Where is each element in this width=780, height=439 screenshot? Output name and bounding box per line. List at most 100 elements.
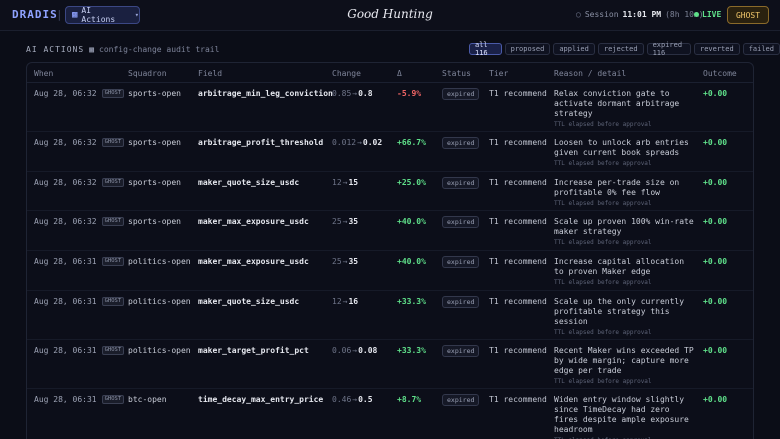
outcome-cell: +0.00 (703, 257, 728, 266)
reason-cell: Increase capital allocation to proven Ma… (554, 257, 694, 287)
robot-icon: ▩ (72, 10, 78, 20)
arrow-right-icon: → (352, 346, 358, 355)
table-row[interactable]: Aug 28, 06:32 GHOST sports-open arbitrage_p… (27, 132, 753, 172)
outcome-cell: +0.00 (703, 217, 728, 226)
change-cell: 12→15 (332, 178, 358, 187)
filter-reverted[interactable]: reverted (693, 43, 740, 55)
ai-actions-menu-button[interactable]: ▩ AI Actions ▾ (65, 6, 140, 24)
reason-cell: Scale up proven 100% win-rate maker stra… (554, 217, 694, 247)
live-label: LIVE (702, 10, 722, 19)
field-cell: arbitrage_min_leg_conviction (198, 89, 333, 98)
status-badge: expired (442, 256, 480, 268)
squadron-cell: btc-open (128, 395, 167, 404)
brand-logo[interactable]: DRADIS (12, 8, 58, 21)
reason-cell: Scale up the only currently profitable s… (554, 297, 694, 337)
reason-note: TTL elapsed before approval (554, 239, 652, 246)
column-header-squadron[interactable]: Squadron (128, 69, 167, 78)
live-dot-icon (694, 12, 699, 17)
arrow-right-icon: → (342, 217, 348, 226)
session-time: 11:01 PM (622, 10, 662, 19)
column-header-when[interactable]: When (34, 69, 53, 78)
filter-proposed[interactable]: proposed (504, 43, 551, 55)
ghost-badge: GHOST (101, 395, 125, 404)
tier-cell: T1 recommend (489, 346, 547, 355)
column-header-outcome[interactable]: Outcome (703, 69, 737, 78)
table-row[interactable]: Aug 28, 06:32 GHOST sports-open maker_quote… (27, 172, 753, 211)
delta-cell: +33.3% (397, 297, 426, 306)
ghost-badge: GHOST (101, 257, 125, 266)
status-badge: expired (442, 296, 480, 308)
tier-cell: T1 recommend (489, 257, 547, 266)
chevron-down-icon: ▾ (134, 11, 139, 19)
change-old-value: 0.012 (332, 138, 357, 147)
session-info: ◯ Session 11:01 PM (8h 10m) (576, 10, 704, 19)
tier-cell: T1 recommend (489, 138, 547, 147)
tier-cell: T1 recommend (489, 178, 547, 187)
reason-cell: Relax conviction gate to activate dorman… (554, 89, 694, 129)
when-cell: Aug 28, 06:31 GHOST (34, 297, 125, 306)
reason-note: TTL elapsed before approval (554, 160, 652, 167)
table-row[interactable]: Aug 28, 06:31 GHOST btc-open time_decay_max… (27, 389, 753, 439)
ghost-mode-button[interactable]: GHOST (727, 6, 769, 24)
table-row[interactable]: Aug 28, 06:31 GHOST politics-open maker_tar… (27, 340, 753, 389)
tier-cell: T1 recommend (489, 89, 547, 98)
table-row[interactable]: Aug 28, 06:31 GHOST politics-open maker_max… (27, 251, 753, 291)
column-header-delta[interactable]: Δ (397, 69, 402, 78)
section-header: AI ACTIONS ▩ config-change audit trail (26, 45, 219, 54)
audit-table: When Squadron Field Change Δ Status Tier… (26, 62, 754, 439)
column-header-field[interactable]: Field (198, 69, 222, 78)
table-row[interactable]: Aug 28, 06:31 GHOST politics-open maker_quo… (27, 291, 753, 340)
when-cell: Aug 28, 06:32 GHOST (34, 138, 125, 147)
reason-text: Scale up the only currently profitable s… (554, 297, 685, 326)
when-timestamp: Aug 28, 06:32 (34, 178, 97, 187)
tier-cell: T1 recommend (489, 217, 547, 226)
reason-note: TTL elapsed before approval (554, 200, 652, 207)
when-timestamp: Aug 28, 06:32 (34, 89, 97, 98)
change-cell: 25→35 (332, 257, 358, 266)
ai-actions-menu-label: AI Actions (81, 6, 116, 24)
when-cell: Aug 28, 06:32 GHOST (34, 178, 125, 187)
status-badge: expired (442, 88, 480, 100)
table-row[interactable]: Aug 28, 06:32 GHOST sports-open maker_max_e… (27, 211, 753, 251)
filter-rejected[interactable]: rejected (597, 43, 644, 55)
change-cell: 0.012→0.02 (332, 138, 382, 147)
reason-text: Relax conviction gate to activate dorman… (554, 89, 680, 118)
delta-cell: +40.0% (397, 257, 426, 266)
status-badge: expired (442, 177, 480, 189)
status-badge: expired (442, 216, 480, 228)
section-description: config-change audit trail (99, 45, 220, 54)
column-header-change[interactable]: Change (332, 69, 361, 78)
change-cell: 0.46→0.5 (332, 395, 373, 404)
filter-all[interactable]: all 116 (469, 41, 502, 57)
reason-text: Loosen to unlock arb entries given curre… (554, 138, 689, 157)
reason-cell: Loosen to unlock arb entries given curre… (554, 138, 694, 168)
reason-text: Increase capital allocation to proven Ma… (554, 257, 685, 276)
change-new-value: 15 (348, 178, 359, 187)
reason-cell: Widen entry window slightly since TimeDe… (554, 395, 694, 439)
outcome-cell: +0.00 (703, 89, 728, 98)
filter-expired[interactable]: expired 116 (646, 41, 691, 57)
arrow-right-icon: → (342, 178, 348, 187)
column-header-status[interactable]: Status (442, 69, 471, 78)
change-new-value: 0.5 (358, 395, 373, 404)
change-old-value: 12 (332, 178, 342, 187)
column-header-reason[interactable]: Reason / detail (554, 69, 626, 78)
ghost-badge: GHOST (101, 297, 125, 306)
table-row[interactable]: Aug 28, 06:32 GHOST sports-open arbitrage_m… (27, 83, 753, 132)
filter-applied[interactable]: applied (553, 43, 595, 55)
ghost-badge: GHOST (101, 138, 125, 147)
squadron-cell: sports-open (128, 89, 181, 98)
ghost-badge: GHOST (101, 346, 125, 355)
filter-failed[interactable]: failed (742, 43, 780, 55)
change-cell: 12→16 (332, 297, 358, 306)
tier-cell: T1 recommend (489, 395, 547, 404)
field-cell: arbitrage_profit_threshold (198, 138, 324, 147)
section-label: AI ACTIONS (26, 45, 85, 54)
column-header-tier[interactable]: Tier (489, 69, 508, 78)
field-cell: maker_max_exposure_usdc (198, 217, 309, 226)
change-old-value: 25 (332, 257, 342, 266)
when-timestamp: Aug 28, 06:31 (34, 297, 97, 306)
change-new-value: 0.02 (362, 138, 383, 147)
outcome-cell: +0.00 (703, 138, 728, 147)
outcome-cell: +0.00 (703, 178, 728, 187)
